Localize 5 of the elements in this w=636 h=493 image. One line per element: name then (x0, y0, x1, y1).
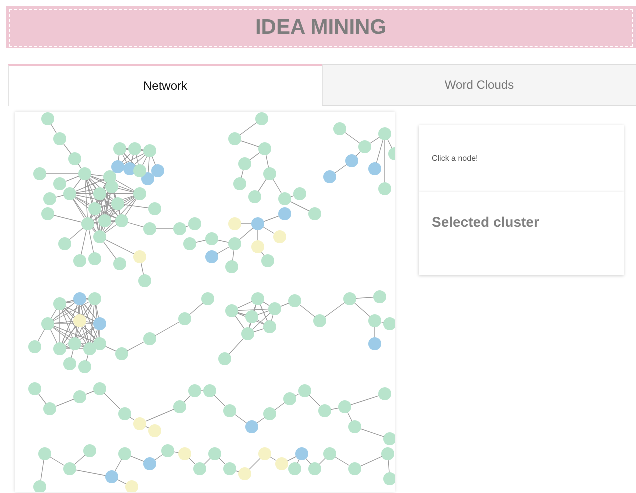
cluster-title: Selected cluster (432, 214, 540, 230)
info-text: Click a node! (432, 154, 478, 163)
app-title: IDEA MINING (255, 16, 387, 40)
tab[interactable]: Network (8, 64, 322, 106)
tab[interactable]: Word Clouds (322, 64, 636, 106)
